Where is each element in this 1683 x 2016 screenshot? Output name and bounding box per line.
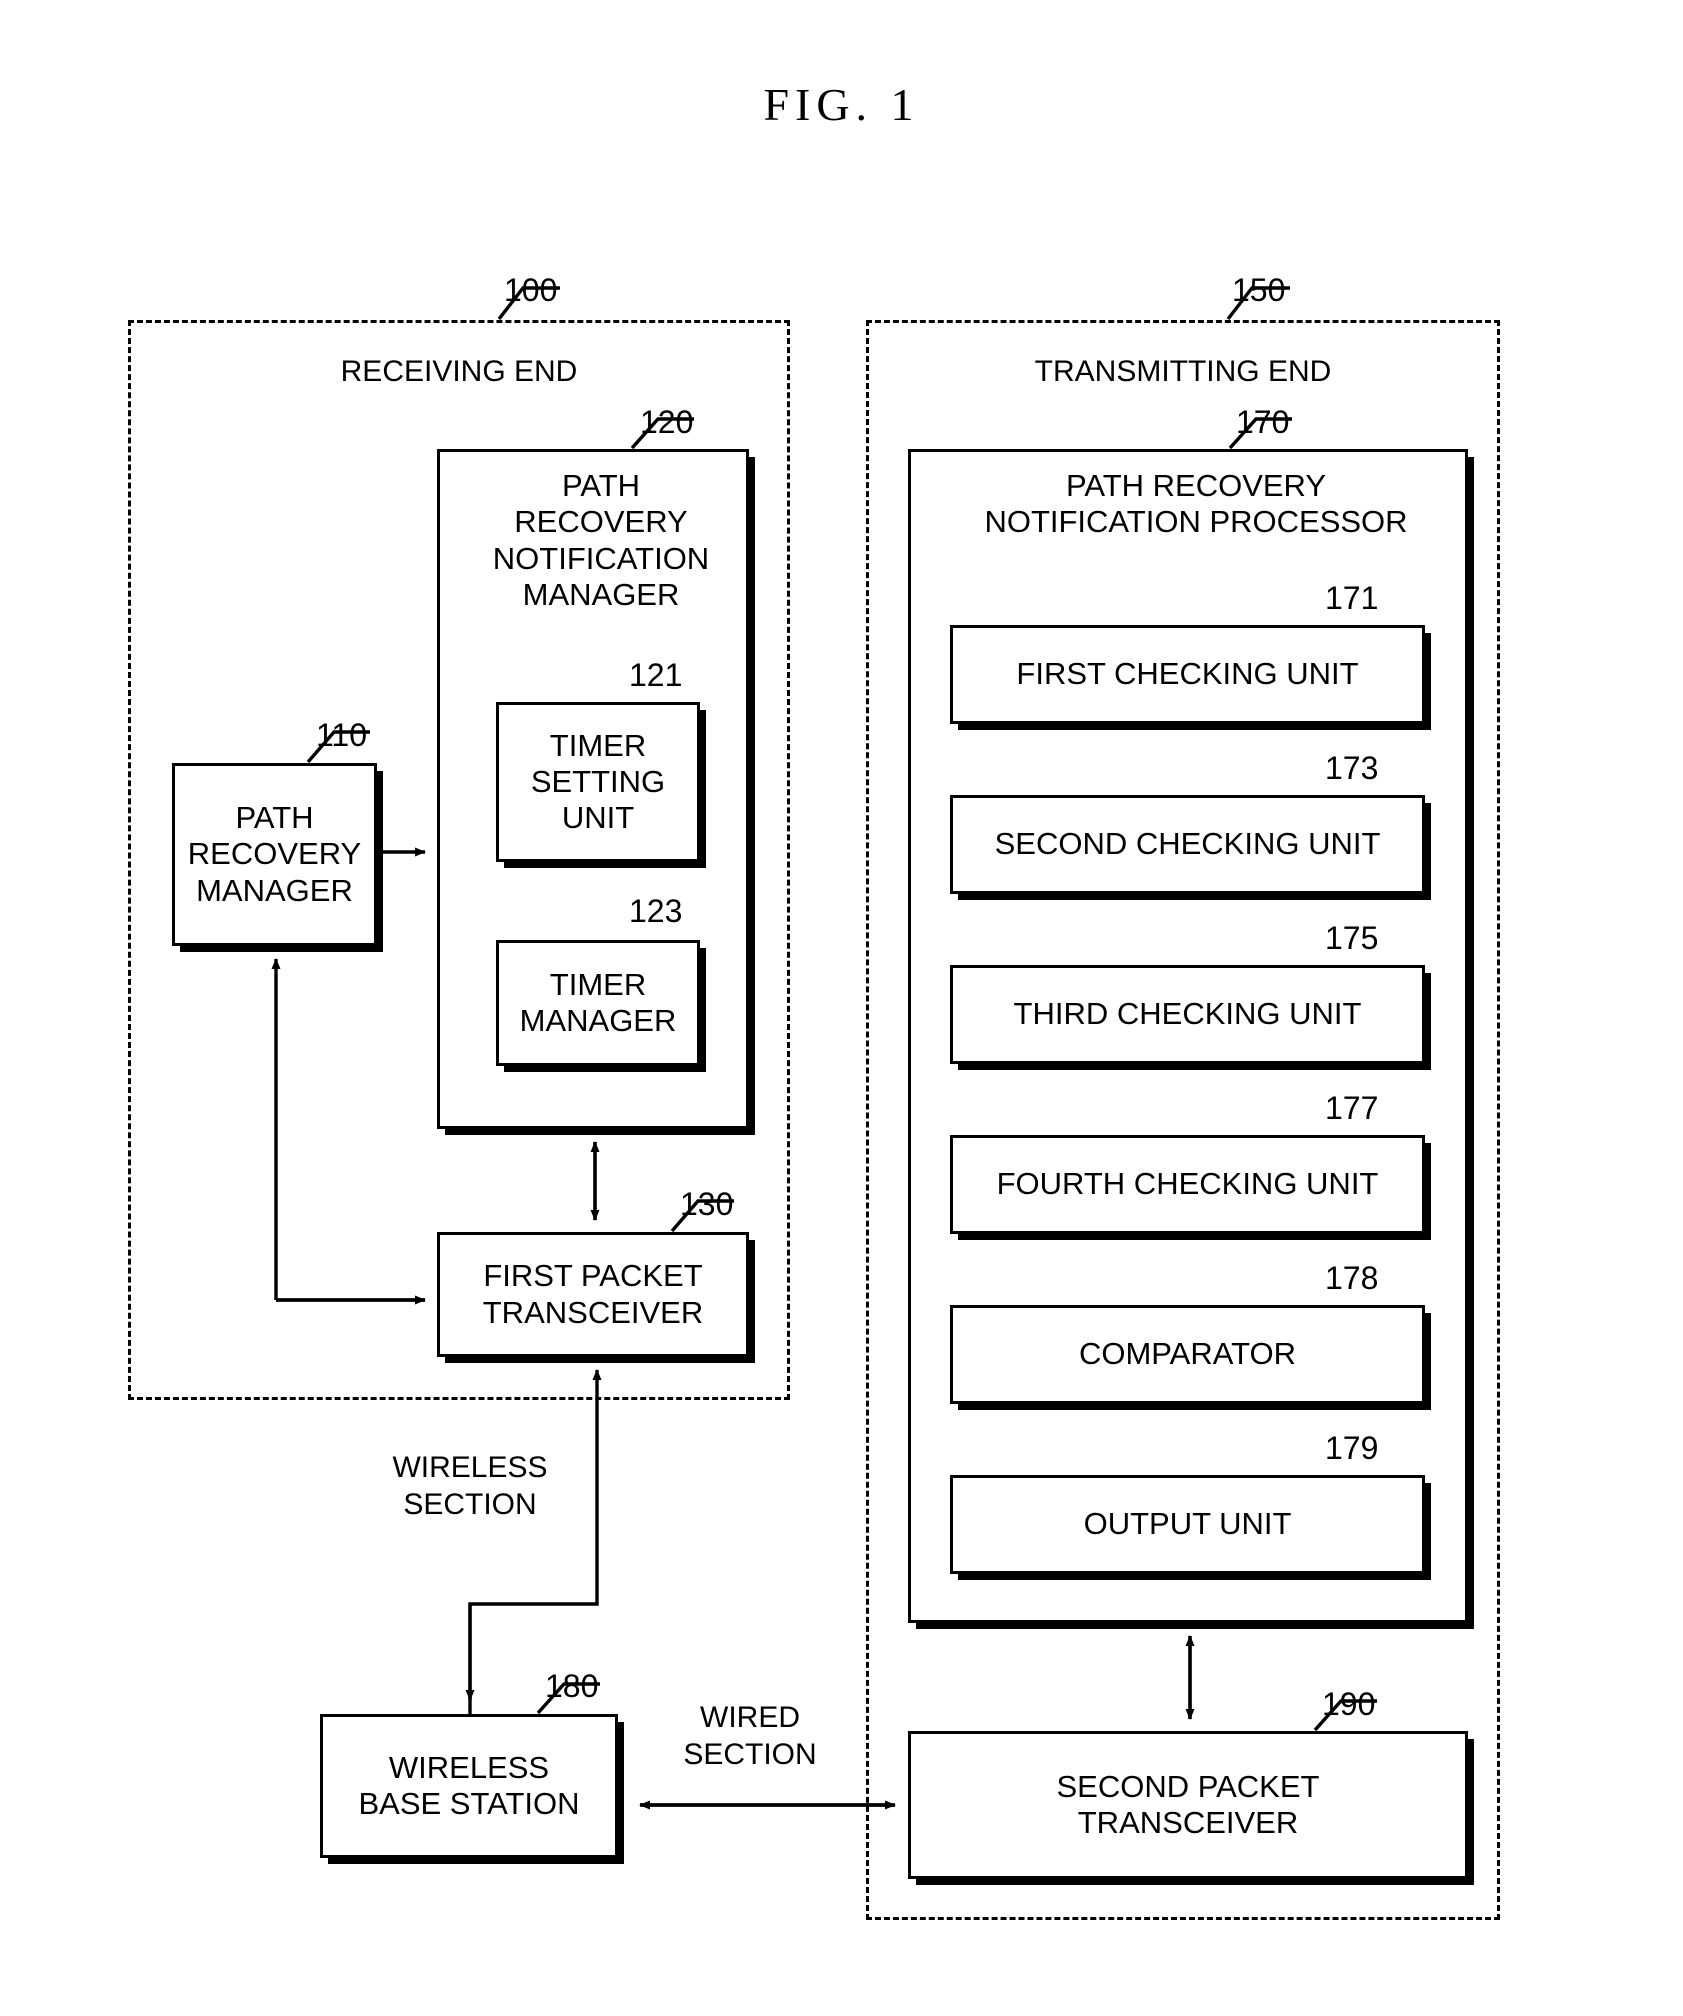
node-comparator-label: COMPARATOR [1078, 1336, 1296, 1372]
ref-numeral-179: 179 [1325, 1430, 1379, 1466]
ref-numeral-100: 100 [504, 272, 558, 308]
edge-label-wired-section: WIRED SECTION [683, 1701, 817, 1771]
node-third-checking-unit-label: THIRD CHECKING UNIT [1013, 996, 1362, 1032]
node-wireless-base-station-label: WIRELESS BASE STATION [358, 1749, 580, 1821]
ref-numeral-190: 190 [1322, 1686, 1376, 1722]
node-second-checking-unit-label: SECOND CHECKING UNIT [994, 826, 1381, 862]
node-output-unit[interactable]: OUTPUT UNIT [950, 1475, 1425, 1574]
node-wireless-base-station[interactable]: WIRELESS BASE STATION [320, 1714, 618, 1858]
node-third-checking-unit[interactable]: THIRD CHECKING UNIT [950, 965, 1425, 1064]
ref-numeral-180: 180 [545, 1668, 599, 1704]
node-first-packet-transceiver-label: FIRST PACKET TRANSCEIVER [482, 1258, 704, 1330]
node-comparator[interactable]: COMPARATOR [950, 1305, 1425, 1404]
node-output-unit-label: OUTPUT UNIT [1083, 1506, 1292, 1542]
node-path-recovery-manager-label: PATH RECOVERY MANAGER [187, 800, 362, 908]
diagram-canvas: RECEIVING END 100 TRANSMITTING END 150 P… [0, 0, 1683, 2016]
ref-numeral-121: 121 [629, 657, 683, 693]
ref-numeral-120: 120 [640, 404, 694, 440]
node-path-recovery-manager[interactable]: PATH RECOVERY MANAGER [172, 763, 377, 946]
node-timer-setting-unit-label: TIMER SETTING UNIT [530, 727, 666, 836]
edge-label-wireless-section: WIRELESS SECTION [392, 1451, 548, 1521]
node-first-checking-unit-label: FIRST CHECKING UNIT [1016, 656, 1359, 692]
ref-numeral-170: 170 [1236, 404, 1290, 440]
ref-numeral-171: 171 [1325, 580, 1379, 616]
node-fourth-checking-unit-label: FOURTH CHECKING UNIT [996, 1166, 1379, 1202]
ref-numeral-177: 177 [1325, 1090, 1379, 1126]
ref-numeral-110: 110 [316, 717, 368, 753]
node-first-checking-unit[interactable]: FIRST CHECKING UNIT [950, 625, 1425, 724]
node-second-checking-unit[interactable]: SECOND CHECKING UNIT [950, 795, 1425, 894]
ref-numeral-178: 178 [1325, 1260, 1379, 1296]
ref-numeral-150: 150 [1232, 272, 1286, 308]
ref-numeral-123: 123 [629, 893, 683, 929]
ref-numeral-173: 173 [1325, 750, 1379, 786]
region-transmitting-end-title: TRANSMITTING END [1034, 355, 1332, 388]
ref-numeral-130: 130 [680, 1186, 734, 1222]
node-fourth-checking-unit[interactable]: FOURTH CHECKING UNIT [950, 1135, 1425, 1234]
node-path-recovery-notification-processor-label: PATH RECOVERY NOTIFICATION PROCESSOR [984, 468, 1408, 540]
node-second-packet-transceiver-label: SECOND PACKET TRANSCEIVER [1056, 1768, 1320, 1840]
node-path-recovery-notification-manager-label: PATH RECOVERY NOTIFICATION MANAGER [492, 468, 710, 612]
region-receiving-end-title: RECEIVING END [340, 355, 578, 388]
node-second-packet-transceiver[interactable]: SECOND PACKET TRANSCEIVER [908, 1731, 1468, 1879]
ref-numeral-175: 175 [1325, 920, 1379, 956]
node-timer-setting-unit[interactable]: TIMER SETTING UNIT [496, 702, 700, 862]
node-first-packet-transceiver[interactable]: FIRST PACKET TRANSCEIVER [437, 1232, 749, 1357]
edge-wireless-bs-to-fpt [468, 1369, 602, 1714]
node-timer-manager-label: TIMER MANAGER [519, 966, 677, 1038]
node-timer-manager[interactable]: TIMER MANAGER [496, 940, 700, 1066]
